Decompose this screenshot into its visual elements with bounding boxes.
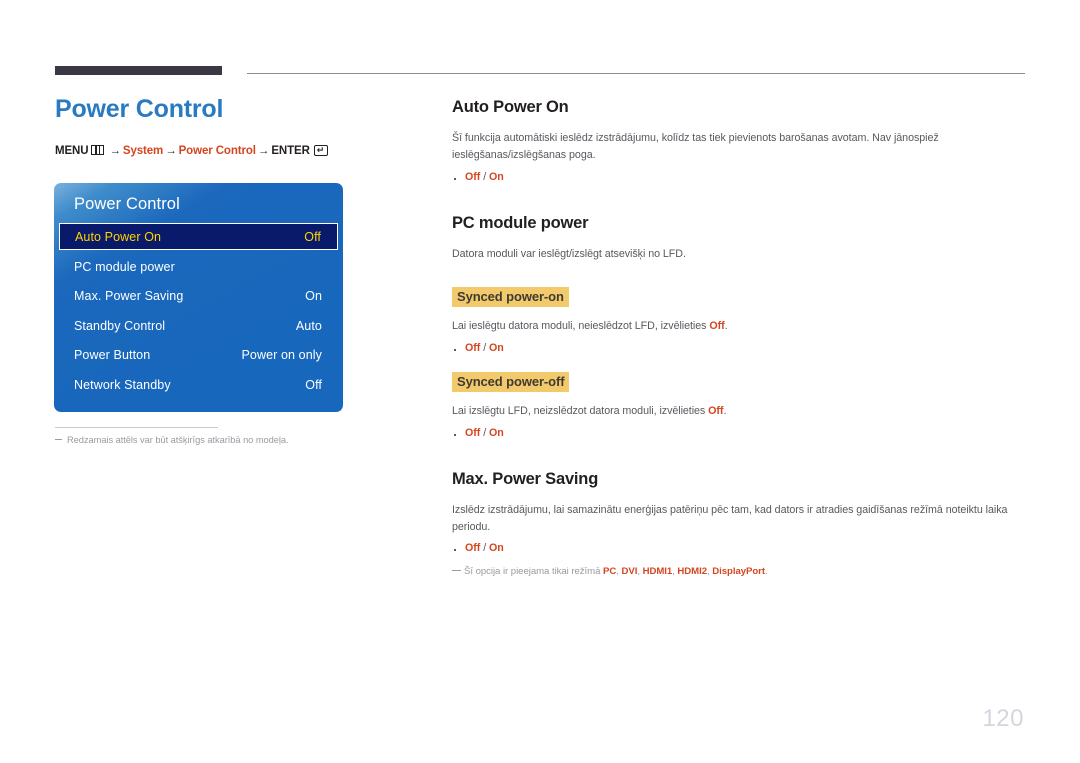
- osd-row-value: Off: [304, 229, 321, 244]
- bullet-value-off: Off: [465, 542, 481, 555]
- section-note-max-power-saving: Šī opcija ir pieejama tikai režīmā PC, D…: [452, 565, 1025, 578]
- breadcrumb-arrow-3: →: [257, 144, 270, 157]
- osd-row-label: Max. Power Saving: [74, 289, 184, 304]
- osd-menu-list: Auto Power On Off PC module power Max. P…: [54, 223, 343, 400]
- osd-row-value: Off: [305, 377, 322, 392]
- left-footnote-rule: [55, 427, 218, 429]
- note-mode-pc: PC: [603, 566, 617, 578]
- breadcrumb-step-power-control[interactable]: Power Control: [179, 145, 256, 157]
- osd-row-pc-module-power[interactable]: PC module power: [54, 252, 343, 282]
- page-title: Power Control: [55, 95, 224, 123]
- subsection-bullet-synced-power-on: Off / On: [452, 342, 1025, 354]
- subsection-paragraph-synced-power-on: Lai ieslēgtu datora moduli, neieslēdzot …: [452, 318, 1025, 335]
- bullet-value-off: Off: [465, 426, 481, 439]
- osd-row-label: Auto Power On: [75, 229, 162, 244]
- breadcrumb-arrow-2: →: [165, 144, 177, 157]
- osd-row-value: Power on only: [241, 348, 322, 363]
- enter-return-icon: ↵: [313, 144, 328, 156]
- osd-panel: Power Control Auto Power On Off PC modul…: [54, 183, 343, 412]
- bullet-separator: /: [480, 341, 490, 354]
- breadcrumb-menu-label: MENU: [55, 144, 89, 157]
- subsection-heading-synced-power-off: Synced power-off: [452, 371, 570, 393]
- footnote-dash-icon: [55, 439, 62, 441]
- osd-row-auto-power-on[interactable]: Auto Power On Off: [59, 223, 338, 250]
- bullet-separator: /: [480, 542, 490, 555]
- osd-row-value: Auto: [295, 318, 322, 333]
- breadcrumb-arrow-1: →: [109, 144, 121, 157]
- bullet-value-on: On: [489, 542, 504, 555]
- osd-row-network-standby[interactable]: Network Standby Off: [54, 370, 343, 400]
- sub1-text-after: .: [724, 320, 728, 333]
- section-heading-auto-power-on: Auto Power On: [452, 98, 569, 116]
- bullet-separator: /: [480, 170, 490, 183]
- section-bullet-auto-power-on: Off / On: [452, 171, 1025, 183]
- breadcrumb-step-system[interactable]: System: [123, 145, 163, 157]
- breadcrumb: MENU → System → Power Control → ENTER ↵: [55, 144, 415, 157]
- right-column: Auto Power On Šī funkcija automātiski ie…: [452, 98, 1025, 579]
- note-dash-icon: [452, 569, 461, 572]
- note-mode-hdmi1: HDMI1: [642, 566, 673, 578]
- left-footnote-line: Redzamais attēls var būt atšķirīgs atkar…: [55, 435, 355, 445]
- section-bullet-max-power-saving: Off / On: [452, 542, 1025, 554]
- bullet-separator: /: [480, 426, 490, 439]
- subsection-paragraph-synced-power-off: Lai izslēgtu LFD, neizslēdzot datora mod…: [452, 403, 1025, 420]
- bullet-value-off: Off: [465, 341, 481, 354]
- osd-row-max-power-saving[interactable]: Max. Power Saving On: [54, 282, 343, 312]
- osd-row-label: PC module power: [74, 259, 175, 274]
- osd-row-label: Network Standby: [74, 377, 171, 392]
- section-heading-max-power-saving: Max. Power Saving: [452, 469, 599, 488]
- note-text-before: Šī opcija ir pieejama tikai režīmā: [464, 566, 604, 578]
- left-column: Power Control MENU → System → Power Control →…: [55, 95, 415, 157]
- note-text-after: .: [765, 566, 768, 578]
- osd-row-label: Power Button: [74, 348, 151, 363]
- header-rule: [55, 66, 1025, 75]
- section-paragraph-pc-module-power: Datora moduli var ieslēgt/izslēgt atsevi…: [452, 247, 686, 260]
- section-paragraph-auto-power-on: Šī funkcija automātiski ieslēdz izstrādā…: [452, 132, 939, 162]
- note-mode-displayport: DisplayPort: [712, 566, 766, 578]
- osd-row-label: Standby Control: [74, 318, 166, 333]
- bullet-value-off: Off: [465, 170, 481, 183]
- sub1-text-before: Lai ieslēgtu datora moduli, neieslēdzot …: [452, 320, 710, 333]
- header-rule-thick: [55, 66, 222, 75]
- menu-grid-icon: [91, 144, 105, 155]
- section-heading-pc-module-power: PC module power: [452, 213, 589, 232]
- subsection-bullet-synced-power-off: Off / On: [452, 427, 1025, 439]
- bullet-value-on: On: [489, 170, 504, 183]
- osd-row-standby-control[interactable]: Standby Control Auto: [54, 311, 343, 341]
- left-footnote-text: Redzamais attēls var būt atšķirīgs atkar…: [67, 435, 289, 446]
- sub2-text-before: Lai izslēgtu LFD, neizslēdzot datora mod…: [452, 405, 709, 418]
- subsection-heading-synced-power-on: Synced power-on: [452, 286, 569, 308]
- section-paragraph-max-power-saving: Izslēdz izstrādājumu, lai samazinātu ene…: [452, 503, 1008, 533]
- note-mode-hdmi2: HDMI2: [677, 566, 708, 578]
- osd-row-power-button[interactable]: Power Button Power on only: [54, 341, 343, 371]
- page-number: 120: [982, 705, 1024, 732]
- sub2-text-after: .: [723, 405, 727, 418]
- sub1-text-accent: Off: [709, 320, 725, 333]
- bullet-value-on: On: [489, 426, 504, 439]
- breadcrumb-enter-label: ENTER: [271, 144, 310, 157]
- sub2-text-accent: Off: [708, 405, 724, 418]
- bullet-value-on: On: [489, 341, 504, 354]
- note-mode-dvi: DVI: [621, 566, 638, 578]
- osd-panel-title: Power Control: [74, 195, 180, 213]
- left-footnote: Redzamais attēls var būt atšķirīgs atkar…: [55, 427, 355, 445]
- header-rule-thin: [247, 73, 1025, 74]
- osd-row-value: On: [305, 289, 322, 304]
